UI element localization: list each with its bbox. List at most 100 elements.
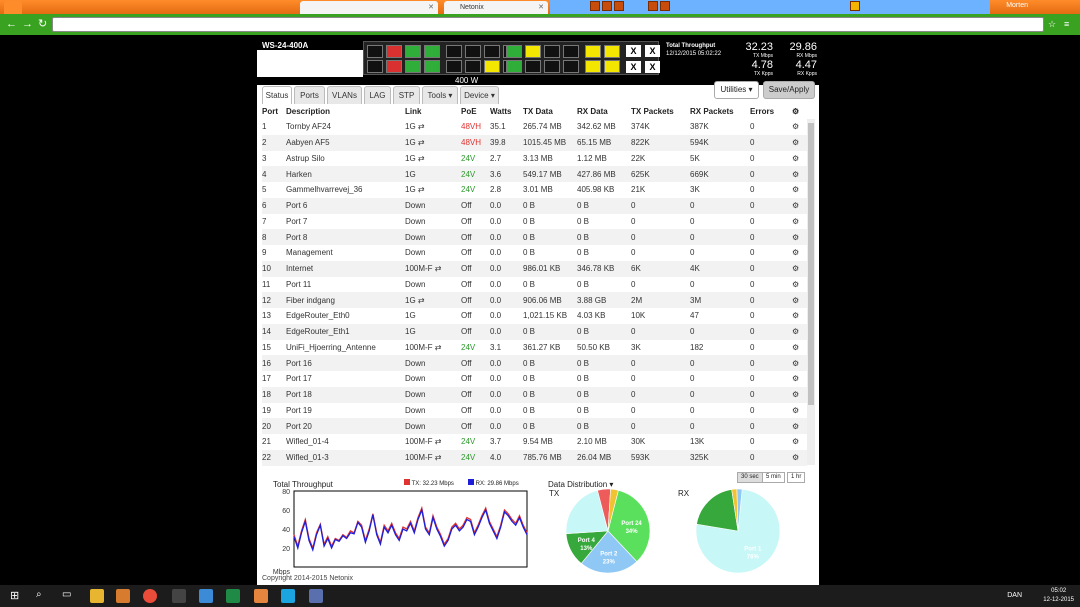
- port-led[interactable]: [386, 60, 402, 73]
- range-button[interactable]: 30 sec: [737, 472, 763, 483]
- port-led[interactable]: [424, 45, 440, 58]
- port-settings-icon[interactable]: ⚙: [792, 371, 807, 387]
- port-led[interactable]: [525, 60, 541, 73]
- port-led[interactable]: [563, 60, 579, 73]
- port-led[interactable]: [506, 45, 522, 58]
- port-led[interactable]: [525, 45, 541, 58]
- port-led[interactable]: [367, 45, 383, 58]
- port-settings-icon[interactable]: ⚙: [792, 340, 807, 356]
- windows-start-icon[interactable]: ⊞: [10, 589, 19, 602]
- port-led[interactable]: [544, 60, 560, 73]
- folder-icon[interactable]: [90, 589, 104, 603]
- port-led[interactable]: [446, 60, 462, 73]
- forward-icon[interactable]: →: [22, 18, 33, 30]
- port-led[interactable]: [484, 45, 500, 58]
- port-led[interactable]: [405, 45, 421, 58]
- port-led[interactable]: [604, 45, 620, 58]
- port-settings-icon[interactable]: ⚙: [792, 434, 807, 450]
- table-cell: 24V: [461, 437, 476, 447]
- port-settings-icon[interactable]: ⚙: [792, 308, 807, 324]
- tab-vlans[interactable]: VLANs: [327, 86, 362, 104]
- url-field[interactable]: [52, 17, 1044, 32]
- port-settings-icon[interactable]: ⚙: [792, 119, 807, 135]
- tab-tools[interactable]: Tools ▾: [422, 86, 458, 104]
- port-led[interactable]: [604, 60, 620, 73]
- port-settings-icon[interactable]: ⚙: [792, 449, 807, 466]
- star-icon[interactable]: ☆: [1048, 18, 1056, 30]
- port-settings-icon[interactable]: ⚙: [792, 323, 807, 340]
- port-led[interactable]: [465, 45, 481, 58]
- app-icon[interactable]: [199, 589, 213, 603]
- port-settings-icon[interactable]: ⚙: [792, 403, 807, 419]
- browser-tab-3[interactable]: Netonix ✕: [444, 1, 548, 14]
- sfp-port[interactable]: X: [645, 45, 660, 57]
- sfp-port[interactable]: X: [645, 61, 660, 73]
- port-led[interactable]: [386, 45, 402, 58]
- port-led[interactable]: [585, 45, 601, 58]
- browser-tab-2[interactable]: ✕: [300, 1, 438, 14]
- back-icon[interactable]: ←: [6, 18, 17, 30]
- tab-status[interactable]: Status: [262, 86, 292, 104]
- port-settings-icon[interactable]: ⚙: [792, 182, 807, 198]
- reload-icon[interactable]: ↻: [38, 18, 47, 30]
- port-led[interactable]: [506, 60, 522, 73]
- port-led[interactable]: [405, 60, 421, 73]
- sfp-port[interactable]: X: [626, 61, 641, 73]
- media-icon[interactable]: [116, 589, 130, 603]
- port-settings-icon[interactable]: ⚙: [792, 245, 807, 261]
- range-button[interactable]: 1 hr: [787, 472, 806, 483]
- port-led[interactable]: [484, 60, 500, 73]
- port-settings-icon[interactable]: ⚙: [792, 418, 807, 434]
- port-led[interactable]: [367, 60, 383, 73]
- calculator-icon[interactable]: [172, 589, 186, 603]
- menu-icon[interactable]: ≡: [1064, 18, 1069, 30]
- table-cell: 1G ⇄: [405, 292, 461, 308]
- browser-tab-1[interactable]: [4, 1, 22, 14]
- close-icon[interactable]: ✕: [428, 1, 434, 14]
- port-settings-icon[interactable]: ⚙: [792, 260, 807, 277]
- port-settings-icon[interactable]: ⚙: [792, 214, 807, 230]
- table-cell: 3K: [631, 342, 641, 352]
- range-button[interactable]: 5 min: [762, 472, 785, 483]
- port-settings-icon[interactable]: ⚙: [792, 386, 807, 403]
- scroll-thumb[interactable]: [808, 123, 814, 405]
- package-icon[interactable]: [309, 589, 323, 603]
- tab-device[interactable]: Device ▾: [460, 86, 499, 104]
- port-settings-icon[interactable]: ⚙: [792, 292, 807, 308]
- task-view-icon[interactable]: ▭: [62, 589, 71, 600]
- chrome-icon[interactable]: [143, 589, 157, 603]
- port-led[interactable]: [424, 60, 440, 73]
- port-settings-icon[interactable]: ⚙: [792, 197, 807, 214]
- search-icon[interactable]: ⌕: [36, 589, 42, 600]
- port-led[interactable]: [563, 45, 579, 58]
- profile-name[interactable]: Morten: [1006, 2, 1028, 9]
- port-led[interactable]: [544, 45, 560, 58]
- table-scrollbar[interactable]: [807, 119, 815, 465]
- ubiquiti-icon[interactable]: [281, 589, 295, 603]
- table-cell: 0 B: [523, 374, 536, 384]
- close-icon[interactable]: ✕: [538, 1, 544, 14]
- language-indicator[interactable]: DAN: [1007, 592, 1022, 599]
- clock[interactable]: 05:02 12-12-2015: [1043, 587, 1074, 605]
- port-settings-icon[interactable]: ⚙: [792, 134, 807, 151]
- port-settings-icon[interactable]: ⚙: [792, 355, 807, 371]
- port-settings-icon[interactable]: ⚙: [792, 277, 807, 293]
- tab-lag[interactable]: LAG: [364, 86, 391, 104]
- table-cell: 1015.45 MB: [523, 134, 577, 151]
- port-led[interactable]: [585, 60, 601, 73]
- utilities-button[interactable]: Utilities ▾: [714, 81, 759, 99]
- mail-icon[interactable]: [254, 589, 268, 603]
- port-settings-icon[interactable]: ⚙: [792, 151, 807, 167]
- port-led[interactable]: [465, 60, 481, 73]
- port-settings-icon[interactable]: ⚙: [792, 229, 807, 245]
- excel-icon[interactable]: [226, 589, 240, 603]
- pie-slice[interactable]: [696, 489, 739, 532]
- port-settings-icon[interactable]: ⚙: [792, 166, 807, 182]
- port-led[interactable]: [446, 45, 462, 58]
- save-apply-button[interactable]: Save/Apply: [763, 81, 815, 99]
- sfp-port[interactable]: X: [626, 45, 641, 57]
- tab-stp[interactable]: STP: [393, 86, 420, 104]
- switch-front-panel[interactable]: XXXX: [363, 41, 660, 75]
- settings-icon[interactable]: ⚙: [792, 104, 807, 119]
- tab-ports[interactable]: Ports: [294, 86, 325, 104]
